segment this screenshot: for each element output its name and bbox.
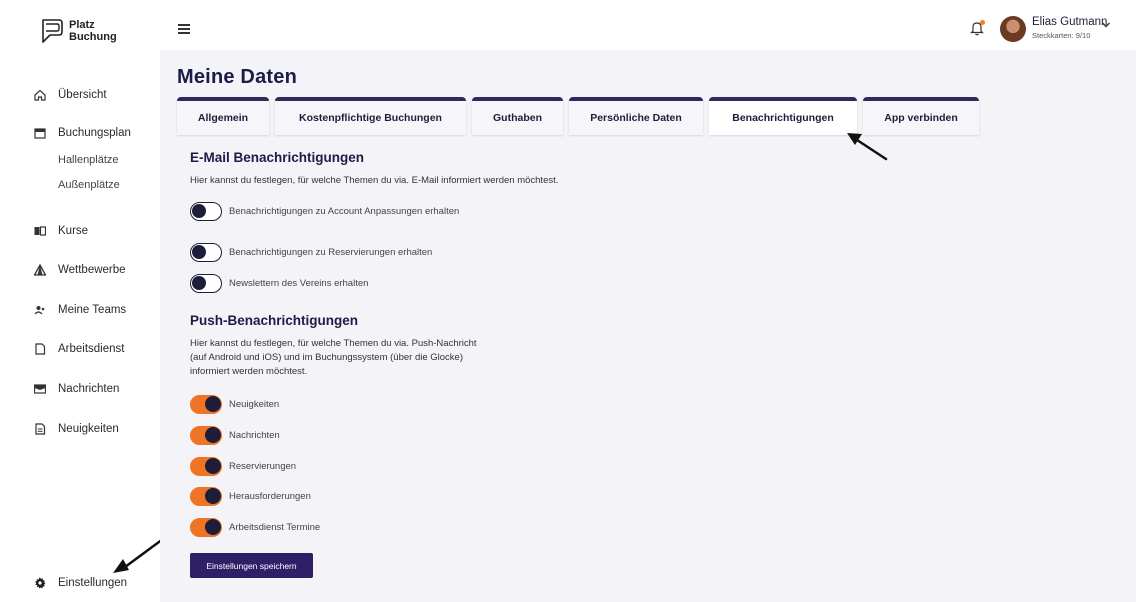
users-icon (34, 304, 46, 316)
toggle-label: Herausforderungen (229, 490, 311, 502)
push-section-description: Hier kannst du festlegen, für welche The… (190, 338, 477, 377)
gear-icon (34, 577, 46, 589)
sidebar-item-label: Einstellungen (58, 577, 128, 589)
sidebar-item-nachrichten[interactable]: Nachrichten (34, 383, 119, 395)
sidebar-item-label: Übersicht (58, 89, 107, 101)
main-content: Meine Daten Allgemein Kostenpflichtige B… (160, 50, 1136, 602)
toggle-arbeitsdienst-termine[interactable] (190, 518, 222, 537)
push-toggle-row-reservierungen: Reservierungen (190, 457, 296, 476)
sidebar-item-label: Wettbewerbe (58, 264, 126, 276)
logo-line2: Buchung (69, 31, 117, 43)
toggle-reservierungen-push[interactable] (190, 457, 222, 476)
news-icon (34, 423, 46, 435)
toggle-reservierungen-email[interactable] (190, 243, 222, 262)
sidebar-item-label: Arbeitsdienst (58, 343, 125, 355)
menu-icon[interactable] (178, 24, 190, 34)
toggle-label: Arbeitsdienst Termine (229, 521, 321, 533)
logo-icon (42, 19, 63, 43)
toggle-nachrichten[interactable] (190, 426, 222, 445)
toggle-herausforderungen[interactable] (190, 487, 222, 506)
sidebar-item-arbeitsdienst[interactable]: Arbeitsdienst (34, 343, 124, 355)
tab-benachrichtigungen[interactable]: Benachrichtigungen (709, 97, 857, 135)
user-name[interactable]: Elias Gutmann (1032, 16, 1107, 28)
sidebar: Platz Buchung Übersicht Buchungsplan Hal… (0, 0, 165, 602)
logo-text: Platz Buchung (69, 19, 117, 43)
push-section-title: Push-Benachrichtigungen (190, 313, 359, 328)
logo[interactable]: Platz Buchung (40, 18, 117, 44)
sidebar-item-uebersicht[interactable]: Übersicht (34, 89, 107, 101)
push-toggle-row-neuigkeiten: Neuigkeiten (190, 395, 279, 414)
toggle-label: Benachrichtigungen zu Account Anpassunge… (229, 205, 460, 217)
tab-allgemein[interactable]: Allgemein (177, 97, 269, 135)
toggle-newsletter[interactable] (190, 274, 222, 293)
sidebar-item-einstellungen[interactable]: Einstellungen (34, 577, 127, 589)
toggle-label: Reservierungen (229, 460, 297, 472)
sidebar-item-label: Neuigkeiten (58, 423, 119, 435)
home-icon (34, 89, 46, 101)
sidebar-item-neuigkeiten[interactable]: Neuigkeiten (34, 423, 119, 435)
tab-persoenliche-daten[interactable]: Persönliche Daten (569, 97, 703, 135)
toggle-label: Benachrichtigungen zu Reservierungen erh… (229, 246, 433, 258)
book-icon (34, 225, 46, 237)
email-toggle-row-account: Benachrichtigungen zu Account Anpassunge… (190, 202, 469, 221)
notification-dot (980, 20, 985, 25)
sidebar-item-hallenplaetze[interactable]: Hallenplätze (58, 154, 119, 166)
toggle-label: Nachrichten (229, 429, 280, 441)
push-toggle-row-arbeitsdienst: Arbeitsdienst Termine (190, 518, 320, 537)
sidebar-item-label: Kurse (58, 225, 89, 237)
email-section-title: E-Mail Benachrichtigungen (190, 150, 365, 165)
email-section-description: Hier kannst du festlegen, für welche The… (190, 175, 559, 186)
toggle-account-anpassungen[interactable] (190, 202, 222, 221)
sidebar-item-aussenplaetze[interactable]: Außenplätze (58, 179, 120, 191)
sidebar-item-label: Meine Teams (58, 304, 127, 316)
push-toggle-row-nachrichten: Nachrichten (190, 426, 280, 445)
mail-icon (34, 383, 46, 395)
avatar[interactable] (1000, 16, 1026, 42)
tab-guthaben[interactable]: Guthaben (472, 97, 563, 135)
toggle-label: Neuigkeiten (229, 398, 280, 410)
calendar-icon (34, 127, 46, 139)
chevron-down-icon[interactable] (1101, 21, 1111, 29)
user-steckkarten: Steckkarten: 9/10 (1032, 31, 1091, 40)
save-settings-button[interactable]: Einstellungen speichern (190, 553, 313, 578)
toggle-label: Newslettern des Vereins erhalten (229, 277, 369, 289)
topbar: Elias Gutmann Steckkarten: 9/10 (160, 0, 1139, 50)
logo-line1: Platz (69, 19, 95, 31)
triangle-icon (34, 264, 46, 276)
toggle-neuigkeiten[interactable] (190, 395, 222, 414)
sidebar-item-wettbewerbe[interactable]: Wettbewerbe (34, 264, 126, 276)
sidebar-item-label: Buchungsplan (58, 127, 131, 139)
sidebar-item-kurse[interactable]: Kurse (34, 225, 88, 237)
tab-kostenpflichtige-buchungen[interactable]: Kostenpflichtige Buchungen (275, 97, 466, 135)
sidebar-item-meine-teams[interactable]: Meine Teams (34, 304, 126, 316)
email-toggle-row-newsletter: Newslettern des Vereins erhalten (190, 274, 368, 293)
bell-icon[interactable] (970, 20, 985, 36)
page-title: Meine Daten (177, 66, 298, 88)
arrow-to-tab-icon (847, 133, 888, 161)
arrow-to-settings-icon (113, 537, 165, 573)
document-icon (34, 343, 46, 355)
app-root: Platz Buchung Übersicht Buchungsplan Hal… (0, 0, 1139, 602)
push-toggle-row-herausforderungen: Herausforderungen (190, 487, 311, 506)
sidebar-item-label: Nachrichten (58, 383, 120, 395)
sidebar-item-buchungsplan[interactable]: Buchungsplan (34, 127, 131, 139)
email-toggle-row-reservierungen: Benachrichtigungen zu Reservierungen erh… (190, 243, 432, 262)
